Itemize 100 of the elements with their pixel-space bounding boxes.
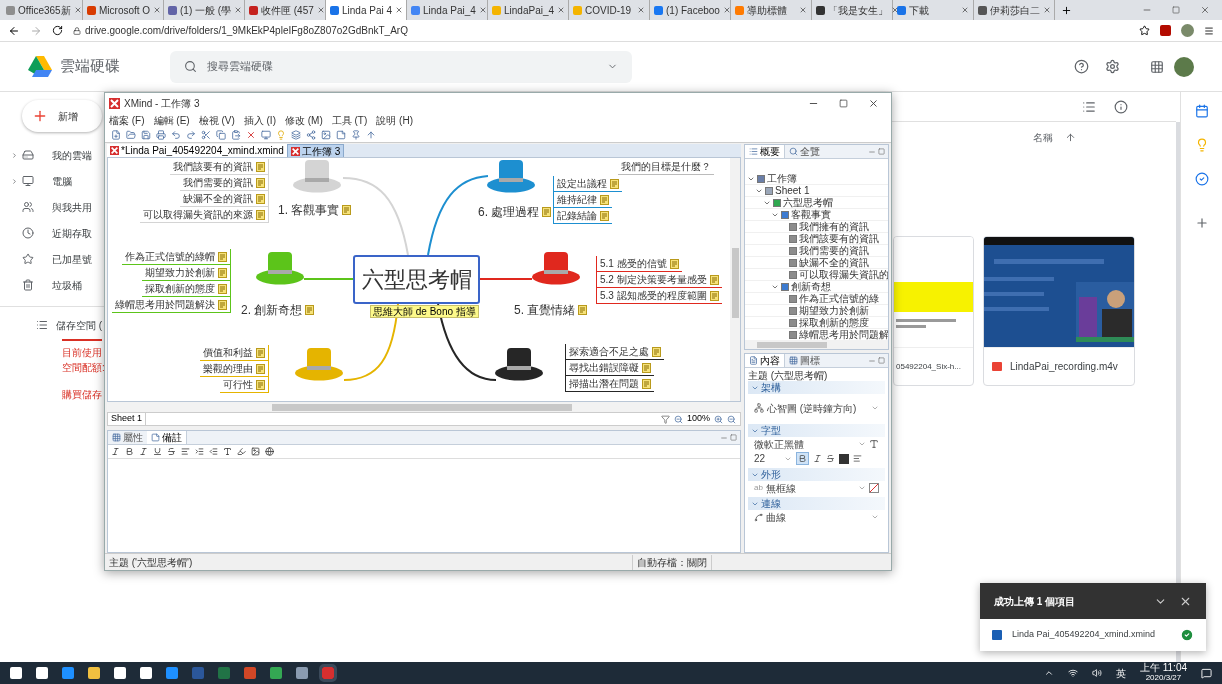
structure-select[interactable]: 心智圖 (逆時鐘方向) bbox=[767, 400, 868, 416]
close-icon[interactable] bbox=[557, 6, 566, 14]
text-color-icon[interactable] bbox=[223, 447, 232, 456]
menu-item[interactable]: 檢視 (V) bbox=[198, 112, 235, 128]
close-icon[interactable] bbox=[478, 6, 487, 14]
apps-icon[interactable] bbox=[1150, 59, 1164, 74]
strikethrough-icon[interactable] bbox=[826, 454, 835, 463]
topic-node[interactable]: 缺漏不全的資訊 bbox=[180, 191, 268, 207]
topic-node[interactable]: 採取創新的態度 bbox=[142, 281, 230, 297]
topic-node[interactable]: 綠帽思考用於問題解決 bbox=[112, 297, 230, 313]
close-icon[interactable] bbox=[637, 6, 645, 14]
maximize-icon[interactable] bbox=[1172, 6, 1180, 14]
close-icon[interactable] bbox=[1200, 5, 1210, 15]
panel-tab[interactable]: 全覽 bbox=[785, 145, 824, 158]
align-icon[interactable] bbox=[853, 454, 862, 463]
browser-tab[interactable]: 「我是女生」 bbox=[812, 0, 893, 20]
add-icon[interactable] bbox=[1194, 216, 1209, 230]
tree-item[interactable]: 客觀事實 bbox=[745, 209, 888, 221]
section-header[interactable]: 連線 bbox=[748, 497, 885, 510]
topic-node[interactable]: 設定出議程 bbox=[554, 176, 622, 192]
up-arrow-icon[interactable] bbox=[366, 129, 376, 140]
layers-icon[interactable] bbox=[291, 129, 301, 140]
branch-topic[interactable]: 5. 直覺情緒 bbox=[514, 301, 588, 319]
central-topic[interactable]: 六型思考帽 bbox=[353, 255, 480, 304]
notification-icon[interactable] bbox=[1201, 667, 1212, 679]
font-size-field[interactable]: 22 bbox=[754, 451, 780, 466]
maximize-icon[interactable] bbox=[839, 98, 848, 108]
topic-node[interactable]: 價值和利益 bbox=[200, 345, 268, 361]
italic-icon[interactable] bbox=[139, 447, 148, 456]
menu-item[interactable]: 修改 (M) bbox=[285, 112, 323, 128]
document-tab[interactable]: *Linda Pai_405492204_xmind.xmind bbox=[107, 144, 287, 157]
tree-item[interactable]: 六型思考帽 bbox=[745, 197, 888, 209]
topic-node[interactable]: 可以取得漏失資訊的來源 bbox=[140, 207, 268, 223]
close-icon[interactable] bbox=[868, 97, 879, 109]
print-icon[interactable] bbox=[156, 129, 166, 140]
menu-item[interactable]: 編輯 (E) bbox=[153, 112, 190, 128]
cut-icon[interactable] bbox=[201, 129, 211, 140]
tree-item[interactable]: 我們需要的資訊 bbox=[745, 245, 888, 257]
shape-select[interactable]: 無框線 bbox=[765, 480, 855, 496]
redo-icon[interactable] bbox=[186, 129, 196, 140]
file-card[interactable]: 05492204_Six-h... bbox=[893, 236, 974, 386]
open-folder-icon[interactable] bbox=[126, 129, 136, 140]
image-icon[interactable] bbox=[251, 447, 260, 456]
close-icon[interactable] bbox=[799, 6, 807, 14]
taskbar-app-icon[interactable] bbox=[322, 667, 334, 679]
nav-item[interactable]: 近期存取 bbox=[0, 220, 104, 246]
tree-item[interactable]: 缺漏不全的資訊 bbox=[745, 257, 888, 269]
browser-tab[interactable]: Office365新 bbox=[2, 0, 83, 20]
presentation-icon[interactable] bbox=[261, 129, 271, 140]
branch-topic[interactable]: 6. 處理過程 bbox=[478, 203, 552, 221]
tree-item[interactable]: 我們擁有的資訊 bbox=[745, 221, 888, 233]
tree-item[interactable]: 作為正式信號的綠 bbox=[745, 293, 888, 305]
tree-item[interactable]: 創新奇想 bbox=[745, 281, 888, 293]
close-icon[interactable] bbox=[722, 6, 731, 14]
highlight-icon[interactable] bbox=[237, 447, 246, 456]
taskbar-app-icon[interactable] bbox=[166, 667, 178, 679]
taskbar-app-icon[interactable] bbox=[88, 667, 100, 679]
browser-tab[interactable]: (1) Faceboo bbox=[650, 0, 731, 20]
topic-node[interactable]: 我們該要有的資訊 bbox=[170, 159, 268, 175]
expand-icon[interactable] bbox=[11, 151, 18, 159]
nav-item[interactable]: 與我共用 bbox=[0, 194, 104, 220]
bold-button[interactable] bbox=[796, 452, 809, 465]
menu-item[interactable]: 檔案 (F) bbox=[109, 112, 145, 128]
browser-tab[interactable]: Linda Pai 4 bbox=[326, 0, 407, 20]
copy-icon[interactable] bbox=[216, 129, 226, 140]
browser-tab[interactable]: 下載 bbox=[893, 0, 974, 20]
topic-node[interactable]: 探索適合不足之處 bbox=[566, 344, 664, 360]
section-header[interactable]: 外形 bbox=[748, 468, 885, 481]
scrollbar[interactable] bbox=[745, 340, 888, 349]
calendar-icon[interactable] bbox=[1194, 104, 1209, 118]
panel-tab[interactable]: 內容 bbox=[745, 354, 785, 367]
taskbar-app-icon[interactable] bbox=[36, 667, 48, 679]
line-select[interactable]: 曲線 bbox=[766, 509, 868, 525]
undo-icon[interactable] bbox=[171, 129, 181, 140]
avatar-icon[interactable] bbox=[1181, 24, 1194, 37]
spinner-icon[interactable] bbox=[871, 404, 879, 412]
close-icon[interactable] bbox=[153, 6, 162, 14]
topic-node[interactable]: 記錄結論 bbox=[554, 208, 612, 224]
topic-node[interactable]: 掃描出潛在問題 bbox=[566, 376, 654, 392]
underline-icon[interactable] bbox=[153, 447, 162, 456]
branch-topic[interactable]: 2. 創新奇想 bbox=[241, 301, 315, 319]
browser-tab[interactable]: Microsoft O bbox=[83, 0, 164, 20]
network-icon[interactable] bbox=[1067, 668, 1078, 678]
new-button[interactable]: 新增 bbox=[22, 100, 102, 132]
expand-icon[interactable] bbox=[11, 177, 18, 185]
chevron-icon[interactable] bbox=[1043, 668, 1054, 678]
taskbar-app-icon[interactable] bbox=[296, 667, 308, 679]
panel-tab[interactable]: 備註 bbox=[147, 431, 187, 444]
tree-item[interactable]: 我們該要有的資訊 bbox=[745, 233, 888, 245]
browser-tab[interactable]: 導助標體 bbox=[731, 0, 812, 20]
topic-node[interactable]: 作為正式信號的綠帽 bbox=[122, 249, 230, 265]
browser-tab[interactable]: 伊莉莎白二 bbox=[974, 0, 1055, 20]
topic-node[interactable]: 5.2 制定決策要考量感受 bbox=[597, 272, 722, 288]
topic-node[interactable]: 尋找出錯誤障礙 bbox=[566, 360, 654, 376]
bold-icon[interactable] bbox=[125, 447, 134, 456]
spinner-icon[interactable] bbox=[871, 513, 879, 521]
menu-item[interactable]: 工具 (T) bbox=[331, 112, 368, 128]
menu-item[interactable]: 說明 (H) bbox=[376, 112, 413, 128]
color-swatch[interactable] bbox=[839, 453, 849, 464]
tree-item[interactable]: 採取創新的態度 bbox=[745, 317, 888, 329]
